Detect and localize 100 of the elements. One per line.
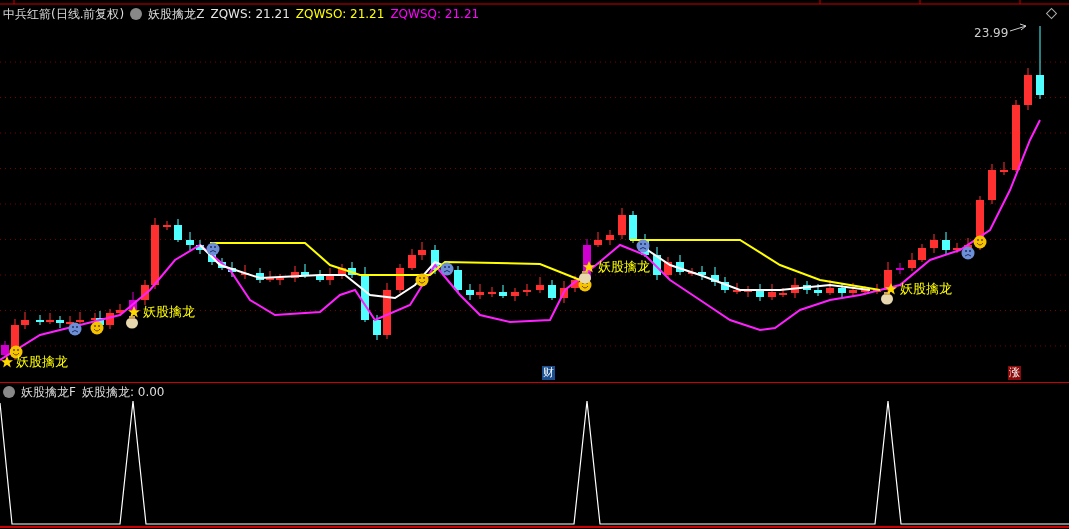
indicator-reading: 妖股擒龙: 0.00 <box>81 384 165 400</box>
candlestick <box>629 210 637 244</box>
candlestick <box>106 308 114 330</box>
candlestick <box>418 241 426 261</box>
sad-face-icon <box>636 239 650 253</box>
candlestick <box>676 254 684 276</box>
candlestick <box>76 311 84 326</box>
candlestick <box>1024 67 1032 111</box>
signal-label: 妖股擒龙 <box>900 281 952 296</box>
smiley-face-icon <box>973 235 987 249</box>
candlestick <box>838 282 846 299</box>
sad-face-icon <box>961 246 975 260</box>
candlestick <box>396 263 404 294</box>
candlestick <box>953 242 961 254</box>
money-bag-icon <box>579 271 591 284</box>
candlestick <box>408 248 416 271</box>
candlestick <box>698 265 706 281</box>
candlestick <box>826 279 834 296</box>
candlestick <box>571 275 579 293</box>
candlestick <box>688 267 696 277</box>
candlestick <box>174 218 182 243</box>
candlestick <box>918 243 926 263</box>
candlestick <box>301 263 309 279</box>
candlestick <box>523 283 531 297</box>
star-icon <box>583 261 595 273</box>
candlestick <box>21 311 29 330</box>
candlestick <box>653 246 661 281</box>
candlestick <box>431 244 439 275</box>
candlestick <box>861 285 869 296</box>
arrow-icon <box>1009 23 1027 32</box>
candlestick <box>768 283 776 301</box>
sad-face-icon <box>440 262 454 276</box>
candlestick <box>711 266 719 287</box>
candlestick <box>326 267 334 286</box>
star-icon <box>1 356 13 368</box>
candlestick <box>361 266 369 323</box>
candlestick <box>606 229 614 246</box>
indicator-name: 妖股擒龙F <box>21 384 76 400</box>
candlestick <box>241 264 249 280</box>
candlestick <box>141 279 149 306</box>
candlestick <box>560 280 568 304</box>
candlestick <box>36 314 44 326</box>
candlestick <box>791 277 799 299</box>
candlestick <box>454 265 462 293</box>
candlestick <box>499 284 507 299</box>
money-bag-icon <box>126 316 138 329</box>
candlestick <box>373 314 381 341</box>
candlestick <box>548 279 556 301</box>
candlestick <box>873 283 881 295</box>
candlestick <box>733 282 741 295</box>
signal-label: 妖股擒龙 <box>16 354 68 369</box>
candlestick <box>930 233 938 254</box>
candlestick <box>756 283 764 302</box>
candlestick <box>803 280 811 295</box>
candlestick <box>196 239 204 255</box>
candlestick <box>348 261 356 279</box>
candlestick <box>779 287 787 298</box>
sad-face-icon <box>68 322 82 336</box>
candlestick <box>618 207 626 240</box>
indicator-reading: ZQWS: 21.21 <box>210 6 290 22</box>
candlestick <box>988 163 996 205</box>
candlestick <box>186 231 194 251</box>
indicator-name: 妖股擒龙Z <box>148 6 205 22</box>
diamond-icon <box>1046 8 1057 19</box>
candlestick <box>266 270 274 283</box>
candlestick <box>942 231 950 255</box>
candlestick <box>594 231 602 248</box>
candlestick <box>536 276 544 294</box>
event-marker: 财 <box>542 366 555 380</box>
candlestick <box>488 286 496 298</box>
candlestick <box>256 267 264 284</box>
candlestick <box>383 282 391 340</box>
indicator-reading: ZQWSQ: 21.21 <box>390 6 480 22</box>
chart-title: 中兵红箭(日线.前复权) <box>3 6 125 22</box>
star-icon <box>885 283 897 295</box>
indicator-reading: ZQWSO: 21.21 <box>295 6 385 22</box>
candlestick <box>664 256 672 280</box>
candlestick <box>163 220 171 231</box>
candlestick <box>721 276 729 294</box>
price-label: 23.99 <box>974 25 1009 42</box>
candlestick <box>276 273 284 286</box>
candlestick <box>316 269 324 283</box>
candlestick <box>291 265 299 283</box>
candlestick <box>476 283 484 300</box>
smiley-face-icon <box>415 273 429 287</box>
candlestick <box>466 283 474 301</box>
candlestick <box>338 263 346 280</box>
candlestick <box>1000 161 1008 176</box>
signal-label: 妖股擒龙 <box>143 304 195 319</box>
candlestick <box>56 315 64 329</box>
star-icon <box>128 306 140 318</box>
money-bag-icon <box>881 292 893 305</box>
candlestick <box>46 312 54 325</box>
event-marker: 涨 <box>1008 366 1021 380</box>
candlestick <box>511 287 519 302</box>
smiley-face-icon <box>90 321 104 335</box>
signal-label: 妖股擒龙 <box>598 259 650 274</box>
candlestick <box>228 261 236 278</box>
candlestick <box>896 262 904 275</box>
candlestick <box>218 257 226 271</box>
